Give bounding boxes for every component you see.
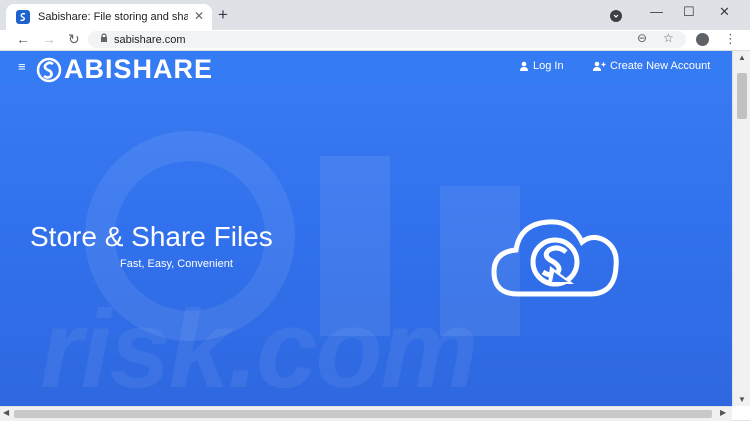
scroll-up-arrow-icon[interactable]: ▲ bbox=[738, 53, 746, 62]
vertical-scrollbar[interactable]: ▲ ▼ bbox=[732, 51, 750, 406]
create-account-label: Create New Account bbox=[610, 60, 711, 72]
scroll-down-arrow-icon[interactable]: ▼ bbox=[738, 395, 746, 404]
scroll-right-arrow-icon[interactable]: ▶ bbox=[720, 408, 726, 417]
address-bar[interactable]: sabishare.com bbox=[88, 31, 686, 48]
browser-window: Sabishare: File storing and sharing ✕ + … bbox=[0, 0, 750, 421]
sabishare-favicon-icon bbox=[16, 10, 30, 24]
forward-button[interactable]: → bbox=[42, 31, 56, 47]
hamburger-menu-icon[interactable]: ≡ bbox=[18, 59, 26, 74]
site-logo[interactable]: ABISHARE bbox=[36, 54, 213, 85]
browser-toolbar: ← → ↻ sabishare.com ⊖ ☆ ⋮ bbox=[0, 30, 750, 51]
minimize-button[interactable]: — bbox=[650, 4, 663, 19]
brand-name: ABISHARE bbox=[64, 54, 214, 84]
tab-strip: Sabishare: File storing and sharing ✕ + … bbox=[0, 0, 750, 30]
zoom-icon[interactable]: ⊖ bbox=[637, 31, 647, 45]
back-button[interactable]: ← bbox=[16, 31, 30, 47]
profile-avatar-icon[interactable] bbox=[696, 33, 709, 46]
sabishare-logo-icon bbox=[36, 57, 62, 82]
login-link[interactable]: Log In bbox=[519, 60, 564, 72]
hero-subtitle: Fast, Easy, Convenient bbox=[120, 258, 233, 270]
close-window-button[interactable]: ✕ bbox=[719, 4, 730, 20]
lock-icon[interactable] bbox=[100, 33, 108, 46]
horizontal-scrollbar[interactable]: ◀ ▶ bbox=[0, 406, 732, 421]
new-tab-button[interactable]: + bbox=[218, 6, 228, 24]
scroll-left-arrow-icon[interactable]: ◀ bbox=[3, 408, 9, 417]
maximize-button[interactable]: ☐ bbox=[683, 4, 695, 20]
hero-title: Store & Share Files bbox=[30, 221, 273, 252]
bookmark-star-icon[interactable]: ☆ bbox=[663, 31, 674, 45]
browser-tab[interactable]: Sabishare: File storing and sharing ✕ bbox=[6, 4, 212, 30]
vertical-scroll-thumb[interactable] bbox=[737, 73, 747, 119]
tab-close-icon[interactable]: ✕ bbox=[194, 9, 204, 23]
user-icon bbox=[520, 61, 528, 71]
reload-button[interactable]: ↻ bbox=[68, 31, 80, 48]
page-content: ≡ ABISHARE Log In Create New Account ris… bbox=[0, 51, 732, 406]
site-navbar: ≡ ABISHARE Log In Create New Account bbox=[0, 51, 732, 85]
browser-menu-icon[interactable]: ⋮ bbox=[724, 31, 737, 47]
add-user-icon bbox=[593, 61, 606, 71]
watermark-text: risk.com bbox=[40, 288, 478, 406]
login-label: Log In bbox=[533, 60, 564, 72]
tab-search-icon[interactable] bbox=[610, 10, 622, 22]
url-text: sabishare.com bbox=[114, 33, 186, 46]
tab-title: Sabishare: File storing and sharing bbox=[38, 11, 188, 23]
cloud-sync-icon bbox=[491, 219, 619, 297]
create-account-link[interactable]: Create New Account bbox=[592, 60, 710, 72]
horizontal-scroll-thumb[interactable] bbox=[14, 410, 712, 418]
